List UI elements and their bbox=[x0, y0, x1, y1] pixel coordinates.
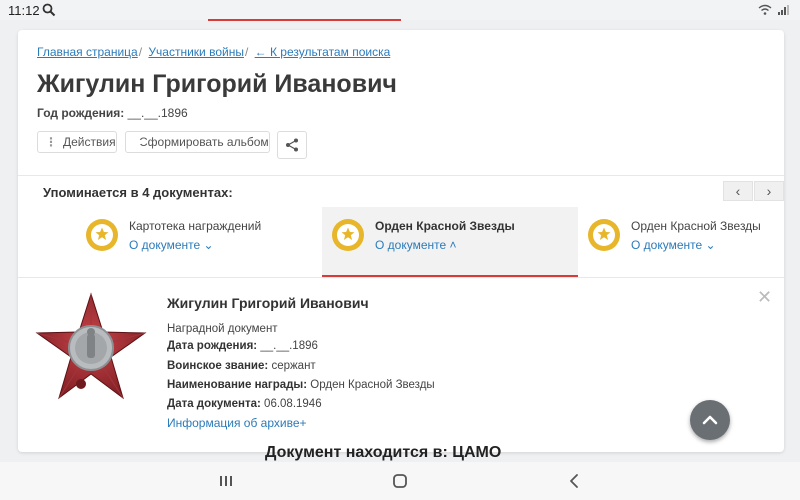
chevron-down-icon: ⌄ bbox=[705, 238, 716, 252]
star-icon bbox=[95, 227, 109, 240]
page-load-indicator bbox=[208, 19, 401, 21]
document-about-label: О документе bbox=[631, 238, 703, 252]
medal-icon bbox=[588, 219, 620, 251]
chevron-left-icon: ‹ bbox=[735, 183, 741, 199]
search-icon bbox=[42, 3, 56, 17]
actions-button[interactable]: ⋮ Действия bbox=[37, 131, 117, 153]
person-card: Главная страница/ Участники войны/ ← К р… bbox=[18, 30, 784, 452]
document-tab-awards-card[interactable]: Картотека награждений О документе ⌄ bbox=[76, 207, 322, 277]
document-about-link[interactable]: О документе ˄ bbox=[375, 238, 457, 252]
chevron-up-icon: ˄ bbox=[449, 238, 457, 252]
back-to-results-link[interactable]: ← К результатам поиска bbox=[255, 45, 391, 59]
documents-prev-button[interactable]: ‹ bbox=[723, 181, 753, 201]
birth-year: Год рождения: __.__.1896 bbox=[37, 106, 188, 120]
wifi-signal-icon bbox=[758, 4, 789, 15]
chevron-right-icon: › bbox=[766, 183, 772, 199]
mentions-heading: Упоминается в 4 документах: bbox=[43, 185, 233, 200]
document-about-label: О документе bbox=[375, 238, 447, 252]
detail-birth-date: Дата рождения: __.__.1896 bbox=[167, 340, 318, 352]
share-icon bbox=[286, 138, 298, 152]
detail-doc-type: Наградной документ bbox=[167, 323, 278, 335]
document-about-link[interactable]: О документе ⌄ bbox=[631, 238, 716, 252]
breadcrumb-separator: / bbox=[138, 45, 143, 59]
detail-person-name: Жигулин Григорий Иванович bbox=[167, 295, 369, 311]
close-icon[interactable]: ✕ bbox=[757, 287, 772, 308]
document-detail-panel: ✕ Жигулин Григорий Иванович Наградной до… bbox=[18, 278, 784, 452]
breadcrumb-separator: / bbox=[244, 45, 249, 59]
page-title: Жигулин Григорий Иванович bbox=[37, 70, 397, 98]
document-tab-red-star[interactable]: Орден Красной Звезды О документе ⌄ bbox=[578, 207, 784, 277]
back-icon[interactable] bbox=[565, 472, 585, 490]
divider bbox=[18, 175, 784, 176]
detail-rank-label: Воинское звание: bbox=[167, 360, 269, 372]
system-navigation-bar bbox=[0, 462, 800, 500]
detail-date-label: Дата документа: bbox=[167, 398, 261, 410]
documents-next-button[interactable]: › bbox=[754, 181, 784, 201]
actions-button-label: Действия bbox=[63, 135, 116, 149]
document-about-label: О документе bbox=[129, 238, 201, 252]
create-album-button[interactable]: Сформировать альбом bbox=[125, 131, 270, 153]
home-icon[interactable] bbox=[390, 472, 410, 490]
document-about-link[interactable]: О документе ⌄ bbox=[129, 238, 214, 252]
chevron-up-icon bbox=[702, 415, 718, 425]
archive-location-text: Документ находится в: ЦАМО bbox=[265, 444, 502, 461]
document-title: Орден Красной Звезды bbox=[631, 219, 761, 233]
detail-award: Наименование награды: Орден Красной Звез… bbox=[167, 379, 435, 391]
order-red-star-image bbox=[35, 292, 147, 400]
scroll-to-top-button[interactable] bbox=[690, 400, 730, 440]
star-icon bbox=[341, 227, 355, 240]
breadcrumb: Главная страница/ Участники войны/ ← К р… bbox=[37, 45, 390, 59]
document-tab-red-star-active[interactable]: Орден Красной Звезды О документе ˄ bbox=[322, 207, 578, 277]
detail-doc-date: Дата документа: 06.08.1946 bbox=[167, 398, 322, 410]
create-album-label: Сформировать альбом bbox=[139, 135, 269, 149]
medal-icon bbox=[332, 219, 364, 251]
archive-info-link[interactable]: Информация об архиве+ bbox=[167, 416, 307, 430]
more-vertical-icon: ⋮ bbox=[45, 135, 57, 149]
documents-carousel: Картотека награждений О документе ⌄ Орде… bbox=[18, 207, 784, 277]
detail-rank-value: сержант bbox=[271, 360, 316, 372]
detail-date-value: 06.08.1946 bbox=[264, 398, 322, 410]
document-title: Картотека награждений bbox=[129, 219, 262, 233]
birth-year-value: __.__.1896 bbox=[127, 106, 188, 120]
status-time: 11:12 bbox=[8, 3, 40, 18]
detail-birth-value: __.__.1896 bbox=[260, 340, 318, 352]
star-icon bbox=[597, 227, 611, 240]
breadcrumb-participants-link[interactable]: Участники войны bbox=[148, 45, 244, 59]
detail-birth-label: Дата рождения: bbox=[167, 340, 258, 352]
birth-year-label: Год рождения: bbox=[37, 106, 125, 120]
detail-award-value: Орден Красной Звезды bbox=[310, 379, 435, 391]
detail-rank: Воинское звание: сержант bbox=[167, 360, 316, 372]
chevron-down-icon: ⌄ bbox=[203, 238, 214, 252]
status-bar: 11:12 bbox=[0, 0, 800, 21]
medal-icon bbox=[86, 219, 118, 251]
detail-award-label: Наименование награды: bbox=[167, 379, 308, 391]
breadcrumb-home-link[interactable]: Главная страница bbox=[37, 45, 138, 59]
recent-apps-icon[interactable] bbox=[216, 472, 236, 490]
share-button[interactable] bbox=[277, 131, 307, 159]
document-title: Орден Красной Звезды bbox=[375, 219, 515, 233]
